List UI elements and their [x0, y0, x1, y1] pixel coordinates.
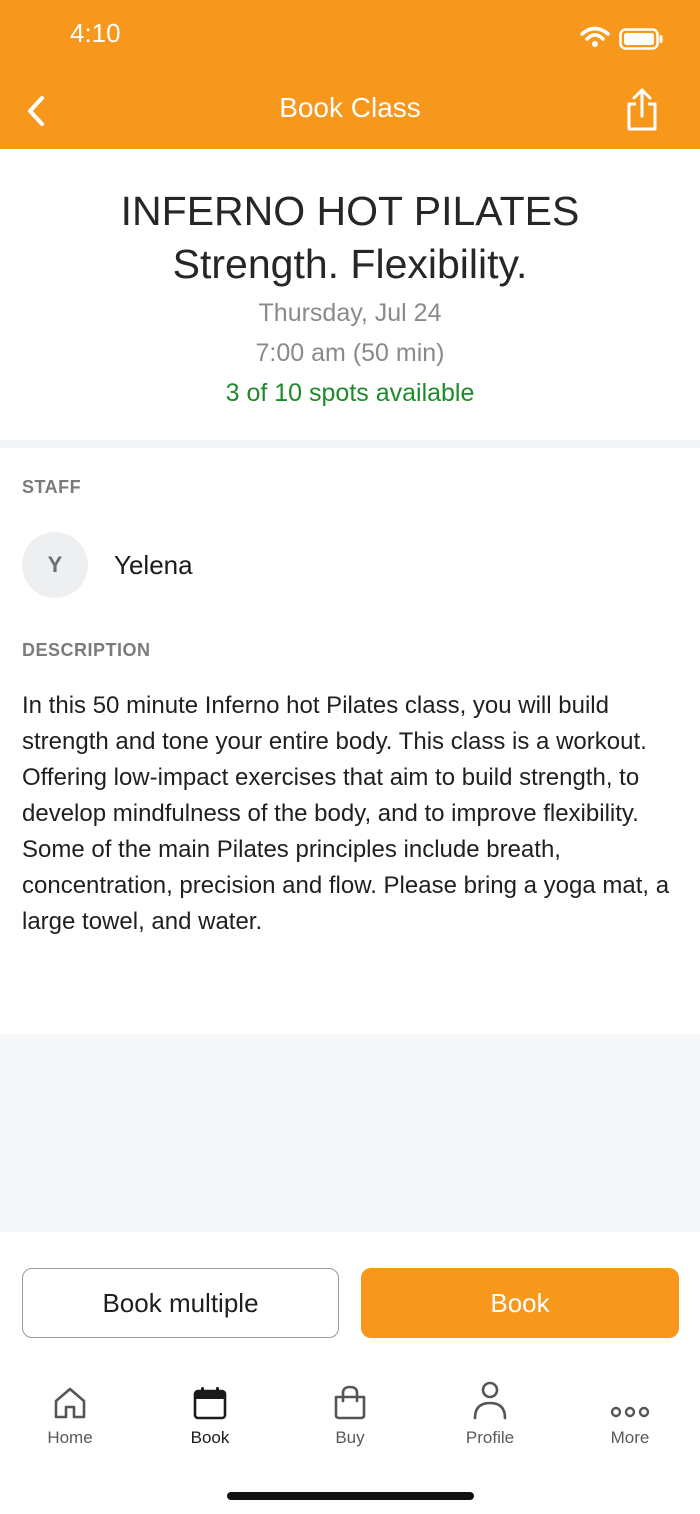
description-section-label: DESCRIPTION	[22, 640, 151, 660]
tab-bar: Home Book Buy Profile More	[0, 1370, 700, 1470]
class-date: Thursday, Jul 24	[258, 299, 442, 327]
shopping-bag-icon	[334, 1385, 366, 1420]
home-icon	[54, 1387, 86, 1419]
avatar: Y	[22, 532, 88, 598]
availability-text: 3 of 10 spots available	[225, 379, 475, 407]
class-title: INFERNO HOT PILATES Strength. Flexibilit…	[0, 185, 700, 291]
tab-buy-label: Buy	[335, 1428, 365, 1447]
tab-profile-label: Profile	[465, 1428, 515, 1447]
status-time: 4:10	[70, 18, 121, 48]
content-spacer	[0, 1034, 700, 1232]
calendar-icon	[193, 1387, 227, 1420]
class-description: In this 50 minute Inferno hot Pilates cl…	[22, 692, 670, 935]
tab-home[interactable]: Home	[0, 1370, 140, 1460]
tab-buy[interactable]: Buy	[280, 1370, 420, 1460]
class-title-line2: Strength. Flexibility.	[172, 241, 528, 287]
class-title-line1: INFERNO HOT PILATES	[120, 188, 580, 234]
wifi-icon	[580, 26, 610, 47]
tab-book[interactable]: Book	[140, 1370, 280, 1460]
share-button[interactable]	[618, 84, 666, 136]
book-button[interactable]: Book	[361, 1268, 679, 1338]
share-icon	[627, 88, 657, 131]
home-indicator	[227, 1492, 474, 1500]
tab-book-label: Book	[190, 1428, 230, 1447]
section-divider	[0, 440, 700, 448]
class-info-card: INFERNO HOT PILATES Strength. Flexibilit…	[0, 149, 700, 440]
more-dots-icon	[610, 1406, 650, 1418]
header-bar: 4:10 Book Class	[0, 0, 700, 149]
staff-section-label: STAFF	[22, 477, 82, 497]
tab-more-label: More	[610, 1428, 650, 1447]
battery-icon	[619, 28, 663, 50]
page-title: Book Class	[279, 92, 421, 123]
staff-name[interactable]: Yelena	[114, 550, 193, 581]
tab-profile[interactable]: Profile	[420, 1370, 560, 1460]
book-multiple-button[interactable]: Book multiple	[22, 1268, 339, 1338]
tab-home-label: Home	[47, 1428, 93, 1447]
class-time: 7:00 am (50 min)	[255, 339, 445, 367]
tab-more[interactable]: More	[560, 1370, 700, 1460]
person-icon	[473, 1381, 507, 1420]
